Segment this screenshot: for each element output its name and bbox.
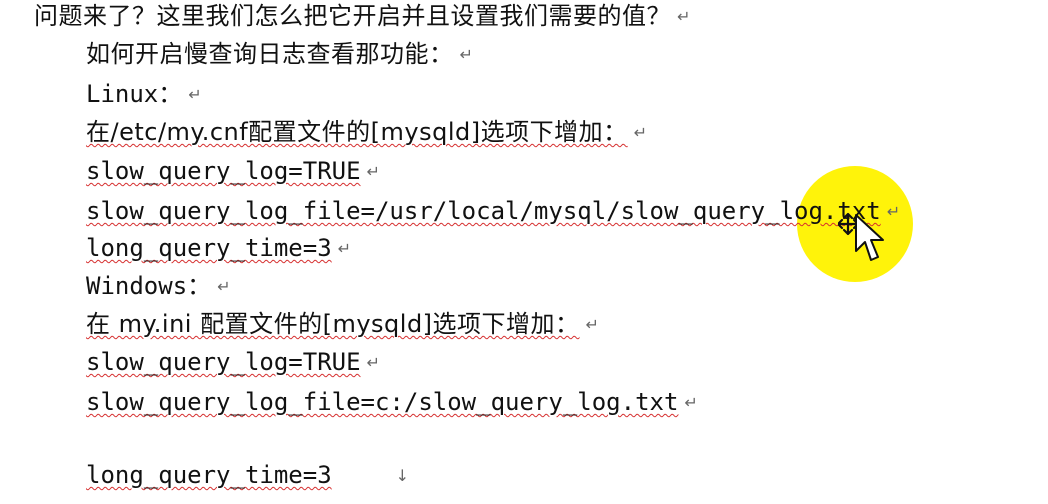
linux-label: Linux： [86, 80, 183, 108]
linux-slow-query-log: slow_query_log=TRUE [86, 157, 361, 185]
windows-config-instruction: 在 my.ini 配置文件的[mysqld]选项下增加： [86, 310, 580, 338]
windows-long-query-time-line: long_query_time=3 ↓ [86, 461, 409, 489]
heading-text: 问题来了？这里我们怎么把它开启并且设置我们需要的值？ [34, 2, 671, 30]
windows-slow-query-log-line: slow_query_log=TRUE ↵ [86, 348, 380, 376]
linux-config-instruction: 在/etc/my.cnf配置文件的[mysqld]选项下增加： [86, 118, 628, 146]
paragraph-mark-icon: ↵ [684, 393, 698, 412]
paragraph-mark-icon: ↵ [886, 202, 901, 221]
windows-label: Windows： [86, 272, 212, 300]
paragraph-mark-icon: ↵ [585, 315, 600, 334]
windows-long-query-time: long_query_time=3 [86, 461, 332, 489]
windows-label-line: Windows： ↵ [86, 272, 231, 300]
paragraph-mark-icon: ↵ [188, 85, 202, 104]
linux-slow-query-log-line: slow_query_log=TRUE ↵ [86, 157, 380, 185]
paragraph-mark-icon: ↵ [633, 123, 648, 142]
document-heading: 问题来了？这里我们怎么把它开启并且设置我们需要的值？ ↵ [34, 2, 691, 30]
paragraph-mark-icon: ↵ [677, 7, 691, 26]
windows-config-instruction-line: 在 my.ini 配置文件的[mysqld]选项下增加： ↵ [86, 310, 599, 338]
move-cursor-icon [838, 212, 884, 261]
paragraph-mark-icon: ↵ [366, 162, 380, 181]
linux-slow-query-log-file: slow_query_log_file=/usr/local/mysql/slo… [86, 197, 881, 225]
linux-long-query-time: long_query_time=3 [86, 234, 332, 262]
paragraph-mark-icon: ↵ [217, 277, 231, 296]
paragraph-mark-icon: ↵ [459, 45, 474, 64]
linux-slow-query-log-file-line: slow_query_log_file=/usr/local/mysql/slo… [86, 197, 900, 225]
slow-log-question-text: 如何开启慢查询日志查看那功能： [86, 40, 454, 68]
linux-intro-line: 如何开启慢查询日志查看那功能： ↵ [86, 40, 473, 68]
paragraph-mark-icon: ↵ [337, 239, 352, 258]
linux-label-line: Linux： ↵ [86, 80, 202, 108]
linux-long-query-time-line: long_query_time=3 ↵ [86, 234, 351, 262]
down-arrow-icon: ↓ [395, 466, 410, 485]
linux-config-instruction-line: 在/etc/my.cnf配置文件的[mysqld]选项下增加： ↵ [86, 118, 648, 146]
windows-slow-query-log-file: slow_query_log_file=c:/slow_query_log.tx… [86, 388, 679, 416]
windows-slow-query-log-file-line: slow_query_log_file=c:/slow_query_log.tx… [86, 388, 698, 416]
paragraph-mark-icon: ↵ [366, 353, 380, 372]
windows-slow-query-log: slow_query_log=TRUE [86, 348, 361, 376]
